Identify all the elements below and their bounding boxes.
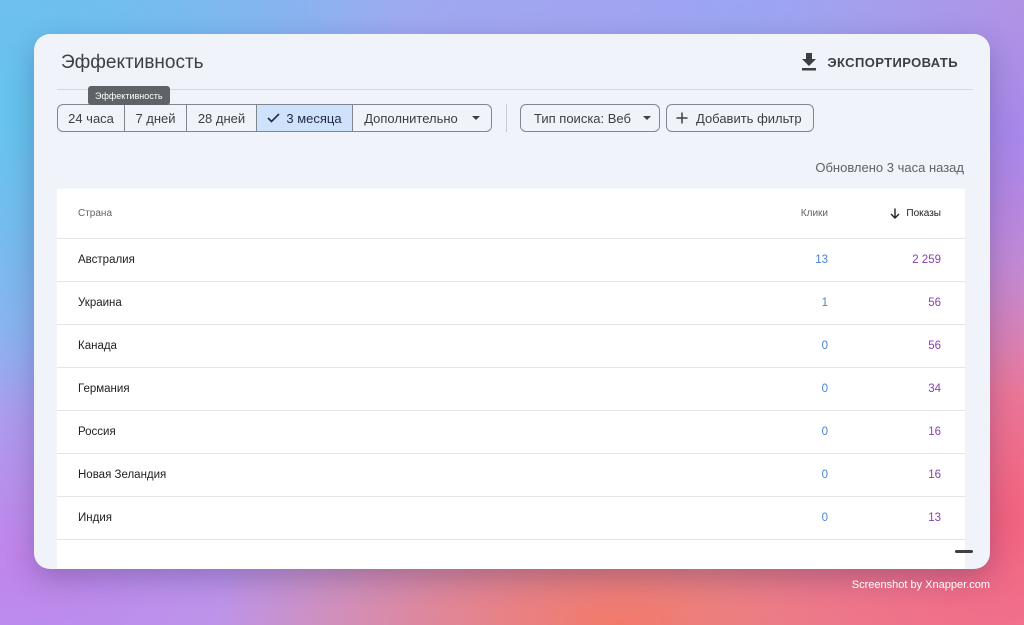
cell-clicks: 0 [821, 512, 828, 524]
header-country[interactable]: Страна [78, 189, 112, 238]
country-table: Страна Клики Показы Австралия 13 2 259 У… [57, 189, 965, 569]
cell-impressions: 56 [928, 297, 941, 309]
cell-country: Индия [78, 512, 112, 524]
cell-clicks: 1 [821, 297, 828, 309]
watermark-text: Screenshot by Xnapper.com [851, 579, 990, 591]
check-icon [267, 113, 280, 123]
cell-impressions: 16 [928, 426, 941, 438]
tooltip: Эффективность [88, 86, 170, 105]
cell-clicks: 0 [821, 469, 828, 481]
date-filter-3m[interactable]: 3 месяца [257, 105, 353, 131]
date-filter-28d[interactable]: 28 дней [187, 105, 257, 131]
header-clicks[interactable]: Клики [801, 189, 828, 238]
add-filter-button[interactable]: Добавить фильтр [666, 104, 814, 132]
caret-down-icon [471, 116, 480, 120]
cell-country: Украина [78, 297, 122, 309]
cell-country: Германия [78, 383, 130, 395]
export-label: ЭКСПОРТИРОВАТЬ [827, 54, 958, 70]
table-row[interactable]: Австралия 13 2 259 [57, 239, 965, 282]
table-row[interactable]: Россия 0 16 [57, 411, 965, 454]
date-filter-7d[interactable]: 7 дней [125, 105, 187, 131]
performance-card: Эффективность ЭКСПОРТИРОВАТЬ 24 часа 7 д… [34, 34, 990, 569]
date-filter-24h[interactable]: 24 часа [58, 105, 125, 131]
plus-icon [676, 112, 688, 124]
toolbar-separator [506, 104, 507, 132]
cell-clicks: 13 [815, 254, 828, 266]
arrow-down-icon [890, 208, 900, 219]
cell-country: Австралия [78, 254, 135, 266]
table-row[interactable]: Украина 1 56 [57, 282, 965, 325]
download-icon [802, 53, 817, 71]
date-filter-more[interactable]: Дополнительно [353, 105, 491, 131]
cell-impressions: 34 [928, 383, 941, 395]
cell-impressions: 13 [928, 512, 941, 524]
cell-clicks: 0 [821, 383, 828, 395]
table-row[interactable]: Новая Зеландия 0 16 [57, 454, 965, 497]
table-row[interactable]: Индия 0 13 [57, 497, 965, 540]
cell-impressions: 16 [928, 469, 941, 481]
cell-impressions: 2 259 [912, 254, 941, 266]
cell-country: Канада [78, 340, 117, 352]
header-impressions[interactable]: Показы [890, 189, 941, 238]
table-header-row: Страна Клики Показы [57, 189, 965, 239]
last-updated-text: Обновлено 3 часа назад [815, 160, 964, 175]
table-row[interactable]: Германия 0 34 [57, 368, 965, 411]
cell-clicks: 0 [821, 426, 828, 438]
cell-clicks: 0 [821, 340, 828, 352]
date-range-selector: 24 часа 7 дней 28 дней 3 месяца Дополнит… [57, 104, 492, 132]
cell-country: Новая Зеландия [78, 469, 167, 481]
search-type-dropdown[interactable]: Тип поиска: Веб [520, 104, 660, 132]
cell-country: Россия [78, 426, 116, 438]
caret-down-icon [642, 116, 651, 120]
page-title: Эффективность [61, 52, 204, 73]
export-button[interactable]: ЭКСПОРТИРОВАТЬ [801, 51, 958, 73]
cell-impressions: 56 [928, 340, 941, 352]
header-divider [57, 89, 973, 90]
table-row[interactable]: Канада 0 56 [57, 325, 965, 368]
scrollbar-thumb[interactable] [955, 550, 973, 553]
